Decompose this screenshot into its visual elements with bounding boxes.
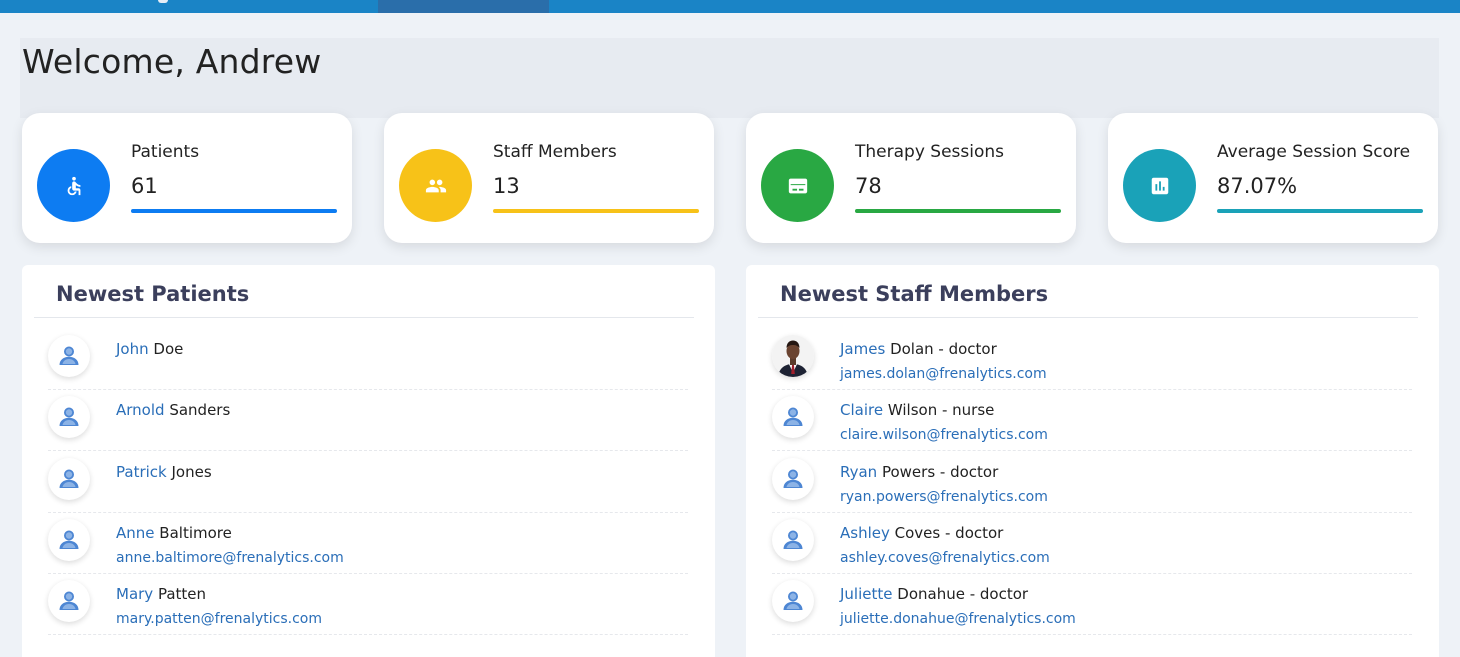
role-label: - doctor [964, 585, 1029, 604]
last-name: Wilson [887, 401, 938, 420]
navbar-active-tab[interactable] [378, 0, 549, 13]
last-name: Coves [894, 523, 941, 542]
stat-card-average-session-score[interactable]: Average Session Score 87.07% [1108, 113, 1438, 243]
role-label: - doctor [935, 462, 999, 481]
first-name-link[interactable]: Anne [116, 524, 155, 542]
person-name: Claire Wilson - nurse [840, 401, 994, 419]
list-item[interactable]: Patrick Jones [48, 452, 688, 513]
person-name: Anne Baltimore [116, 524, 232, 542]
last-name: Baltimore [159, 523, 232, 542]
user-avatar-icon [48, 518, 90, 561]
stat-value: 61 [131, 174, 158, 198]
stat-label: Patients [131, 142, 200, 162]
stat-label: Average Session Score [1217, 142, 1411, 162]
stat-value: 87.07% [1217, 174, 1298, 198]
person-name: Mary Patten [116, 585, 206, 603]
user-avatar-icon [772, 457, 814, 500]
last-name: Patten [157, 585, 207, 604]
list-item[interactable]: Juliette Donahue - doctor juliette.donahu… [772, 574, 1412, 636]
user-avatar-icon [48, 580, 90, 623]
first-name-link[interactable]: Patrick [116, 463, 167, 481]
user-avatar-icon [48, 457, 90, 500]
last-name: Sanders [169, 401, 231, 420]
email-link[interactable]: anne.baltimore@frenalytics.com [116, 550, 344, 566]
last-name: Dolan [890, 340, 934, 358]
stat-bar [131, 209, 337, 213]
user-avatar-icon [772, 580, 814, 623]
email-link[interactable]: ashley.coves@frenalytics.com [840, 550, 1050, 566]
email-link[interactable]: juliette.donahue@frenalytics.com [840, 611, 1076, 627]
bar-chart-icon [1123, 149, 1196, 222]
list-item[interactable]: John Doe [48, 329, 688, 390]
panel-title: Newest Staff Members [780, 282, 1049, 306]
person-name: James Dolan - doctor [840, 340, 997, 358]
list-item[interactable]: James Dolan - doctor james.dolan@frenalyt… [772, 329, 1412, 390]
email-link[interactable]: mary.patten@frenalytics.com [116, 611, 322, 627]
last-name: Powers [881, 462, 936, 481]
person-name: Patrick Jones [116, 463, 212, 481]
user-avatar-icon [772, 396, 814, 439]
list-item[interactable]: Ryan Powers - doctor ryan.powers@frenalyt… [772, 452, 1412, 513]
divider [758, 317, 1418, 318]
user-avatar-icon [772, 518, 814, 561]
navbar-marker [158, 0, 168, 3]
stat-label: Staff Members [493, 142, 617, 162]
first-name-link[interactable]: James [840, 340, 885, 358]
list-item[interactable]: Anne Baltimore anne.baltimore@frenalytics… [48, 513, 688, 574]
role-label: - doctor [933, 340, 997, 358]
first-name-link[interactable]: Ashley [840, 524, 890, 542]
last-name: Doe [153, 340, 184, 358]
role-label: - doctor [940, 523, 1004, 542]
person-name: Ashley Coves - doctor [840, 524, 1003, 542]
session-card-icon [761, 149, 834, 222]
stat-value: 13 [493, 174, 520, 198]
first-name-link[interactable]: Juliette [840, 585, 893, 603]
stat-card-therapy-sessions[interactable]: Therapy Sessions 78 [746, 113, 1076, 243]
stat-bar [493, 209, 699, 213]
user-avatar-icon [48, 335, 90, 377]
list-item[interactable]: Arnold Sanders [48, 390, 688, 452]
stat-bar [855, 209, 1061, 213]
top-navbar [0, 0, 1460, 13]
first-name-link[interactable]: Arnold [116, 401, 165, 419]
person-name: John Doe [116, 340, 183, 358]
stat-card-staff-members[interactable]: Staff Members 13 [384, 113, 714, 243]
list-item[interactable]: Claire Wilson - nurse claire.wilson@frena… [772, 390, 1412, 452]
first-name-link[interactable]: Claire [840, 401, 883, 419]
stat-label: Therapy Sessions [855, 142, 1004, 162]
last-name: Jones [171, 462, 212, 481]
email-link[interactable]: james.dolan@frenalytics.com [840, 366, 1047, 382]
divider [34, 317, 694, 318]
stat-value: 78 [855, 174, 882, 198]
user-avatar-icon [48, 396, 90, 439]
people-icon [399, 149, 472, 222]
person-name: Juliette Donahue - doctor [840, 585, 1028, 603]
panel-title: Newest Patients [56, 282, 250, 306]
page-title: Welcome, Andrew [22, 42, 322, 81]
newest-staff-panel: Newest Staff Members James Dolan - docto… [746, 265, 1439, 657]
email-link[interactable]: claire.wilson@frenalytics.com [840, 427, 1048, 443]
list-item[interactable]: Ashley Coves - doctor ashley.coves@frenal… [772, 513, 1412, 574]
first-name-link[interactable]: John [116, 340, 149, 358]
stat-bar [1217, 209, 1423, 213]
newest-patients-panel: Newest Patients John Doe Arnold Sanders Pa… [22, 265, 715, 657]
role-label: - nurse [937, 401, 995, 420]
first-name-link[interactable]: Ryan [840, 463, 877, 481]
first-name-link[interactable]: Mary [116, 585, 153, 603]
list-item[interactable]: Mary Patten mary.patten@frenalytics.com [48, 574, 688, 636]
stat-card-patients[interactable]: Patients 61 [22, 113, 352, 243]
last-name: Donahue [897, 585, 965, 604]
email-link[interactable]: ryan.powers@frenalytics.com [840, 489, 1048, 505]
person-name: Ryan Powers - doctor [840, 463, 998, 481]
wheelchair-icon [37, 149, 110, 222]
avatar-photo [772, 335, 814, 377]
person-name: Arnold Sanders [116, 401, 230, 419]
